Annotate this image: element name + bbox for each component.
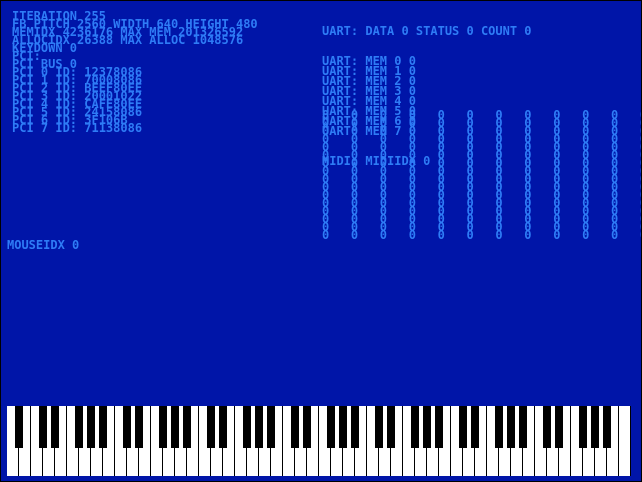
piano-black-key[interactable] [555,406,563,448]
framebuffer: ITERATION 255 FB PITCH 2560 WIDTH 640 HEI… [1,1,641,481]
piano-black-key[interactable] [51,406,59,448]
piano-keyboard[interactable] [7,406,631,476]
piano-black-key[interactable] [267,406,275,448]
piano-black-key[interactable] [171,406,179,448]
piano-black-key[interactable] [87,406,95,448]
mouse-status: MOUSEIDX 0 [7,238,80,252]
piano-black-key[interactable] [459,406,467,448]
system-log: ITERATION 255 FB PITCH 2560 WIDTH 640 HEI… [12,10,258,135]
piano-black-key[interactable] [291,406,299,448]
piano-black-key[interactable] [327,406,335,448]
piano-black-key[interactable] [183,406,191,448]
piano-black-key[interactable] [159,406,167,448]
midi-grid: 0 0 0 0 0 0 0 0 0 0 0 0 0 0 0 00 0 0 0 0… [322,109,641,242]
piano-black-key[interactable] [123,406,131,448]
piano-black-key[interactable] [75,406,83,448]
piano-black-key[interactable] [603,406,611,448]
piano-black-key[interactable] [579,406,587,448]
piano-black-key[interactable] [507,406,515,448]
piano-white-key[interactable] [619,406,631,476]
piano-black-key[interactable] [471,406,479,448]
piano-black-key[interactable] [39,406,47,448]
piano-black-key[interactable] [351,406,359,448]
piano-black-key[interactable] [387,406,395,448]
piano-black-key[interactable] [423,406,431,448]
piano-black-key[interactable] [543,406,551,448]
piano-black-key[interactable] [207,406,215,448]
log-line: PCI 7 ID: 71138086 [12,121,143,135]
piano-black-key[interactable] [411,406,419,448]
piano-black-key[interactable] [135,406,143,448]
piano-black-key[interactable] [339,406,347,448]
screen: ITERATION 255 FB PITCH 2560 WIDTH 640 HEI… [0,0,642,482]
piano-black-key[interactable] [15,406,23,448]
piano-black-key[interactable] [219,406,227,448]
piano-black-key[interactable] [99,406,107,448]
midi-grid-row: 0 0 0 0 0 0 0 0 0 0 0 0 0 0 0 0 [322,228,641,242]
piano-black-key[interactable] [255,406,263,448]
piano-black-key[interactable] [375,406,383,448]
piano-black-key[interactable] [591,406,599,448]
piano-black-key[interactable] [303,406,311,448]
piano-black-key[interactable] [243,406,251,448]
piano-black-key[interactable] [519,406,527,448]
uart-status-line: UART: DATA 0 STATUS 0 COUNT 0 [322,24,532,38]
piano-black-key[interactable] [495,406,503,448]
piano-black-key[interactable] [435,406,443,448]
